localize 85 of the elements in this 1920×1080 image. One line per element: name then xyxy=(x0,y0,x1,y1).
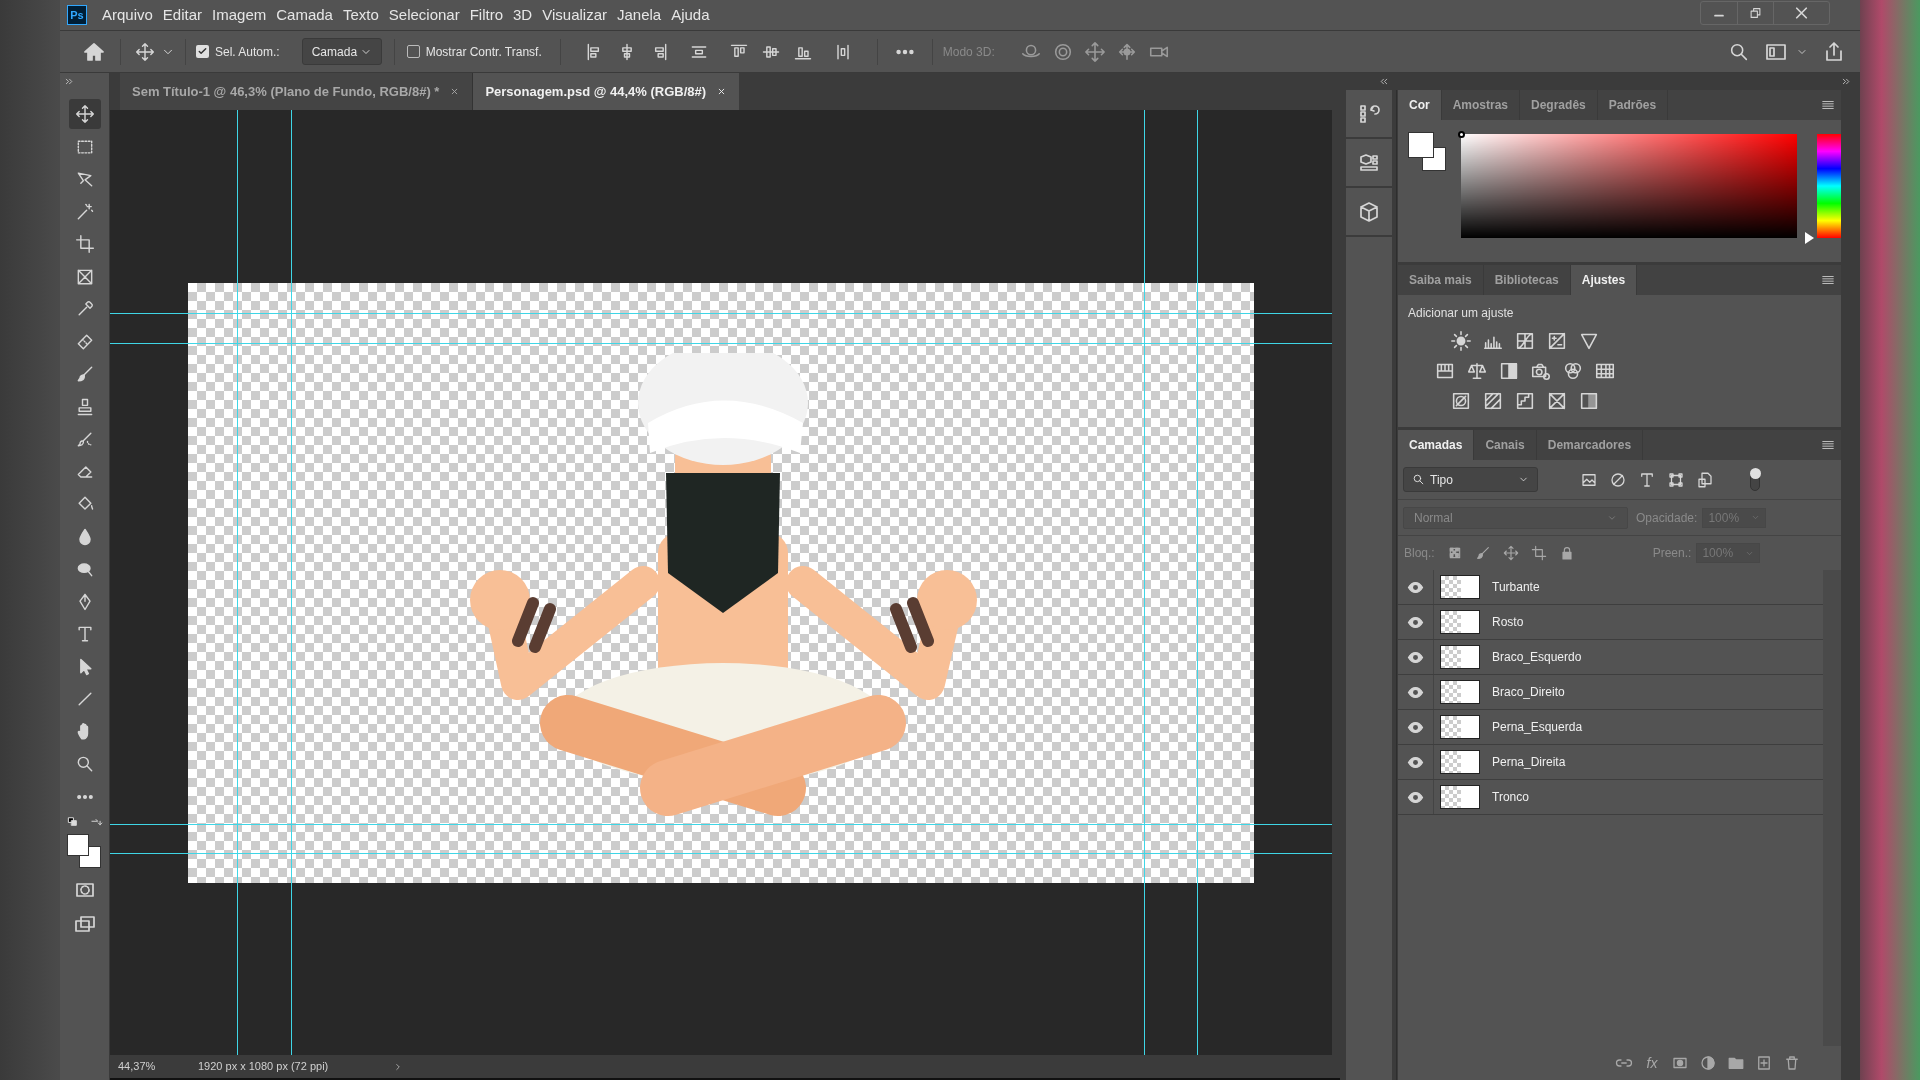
filter-dropdown[interactable]: Tipo xyxy=(1403,467,1538,492)
color-swatches[interactable] xyxy=(66,834,103,868)
option-label: Sel. Autom.: xyxy=(215,43,280,61)
slashed-square-icon[interactable] xyxy=(1450,390,1472,412)
menu-item[interactable]: Filtro xyxy=(464,3,509,27)
panel-tab[interactable]: Cor xyxy=(1398,90,1442,120)
panel-menu-icon[interactable] xyxy=(1821,273,1835,287)
menu-item[interactable]: Ajuda xyxy=(666,3,715,27)
panel-tab[interactable]: Amostras xyxy=(1441,90,1521,120)
layer-row[interactable]: Tronco xyxy=(1398,780,1823,815)
target-dropdown[interactable]: Camada xyxy=(301,38,382,65)
document-info: 1920 px x 1080 px (72 ppi) xyxy=(198,1059,330,1075)
menu-item[interactable]: Editar xyxy=(157,3,208,27)
cube-icon[interactable] xyxy=(1357,199,1381,224)
panel-tab[interactable]: Demarcadores xyxy=(1536,430,1644,460)
layer-row[interactable]: Rosto xyxy=(1398,605,1823,640)
filter-toggle[interactable] xyxy=(1750,468,1760,491)
panel-tab[interactable]: Bibliotecas xyxy=(1483,265,1571,295)
menu-item[interactable]: Visualizar xyxy=(537,3,612,27)
layer-row[interactable]: Turbante xyxy=(1398,570,1823,605)
shape-filter-icon[interactable] xyxy=(1667,470,1685,489)
sun-icon[interactable] xyxy=(1450,330,1472,352)
brush-lock-icon[interactable] xyxy=(1474,545,1491,561)
menu-item[interactable]: Selecionar xyxy=(383,3,465,27)
type-filter-icon[interactable] xyxy=(1638,470,1656,489)
check-icon xyxy=(197,46,208,57)
panel-tab[interactable]: Saiba mais xyxy=(1398,265,1484,295)
layer-row[interactable]: Braco_Direito xyxy=(1398,675,1823,710)
expand-icon[interactable] xyxy=(393,1061,403,1072)
adjustment-layer-icon[interactable] xyxy=(1699,1054,1717,1072)
layer-thumbnail xyxy=(1440,575,1480,599)
document-tab[interactable]: Sem Título-1 @ 46,3% (Plano de Fundo, RGB/8#) * xyxy=(120,73,474,110)
layer-style-button[interactable]: fx xyxy=(1643,1052,1661,1074)
collapse-panels-icon[interactable] xyxy=(1841,76,1852,87)
search-icon xyxy=(1412,473,1425,486)
overlapping-circles-icon[interactable] xyxy=(1562,360,1584,382)
layer-thumbnail xyxy=(1440,715,1480,739)
layer-row[interactable]: Perna_Direita xyxy=(1398,745,1823,780)
menu-item[interactable]: Arquivo xyxy=(97,3,158,27)
panel-heading: Adicionar um ajuste xyxy=(1407,305,1515,322)
menu-item[interactable]: Imagem xyxy=(207,3,272,27)
crop-lock-icon[interactable] xyxy=(1530,545,1547,561)
expand-panels-icon[interactable] xyxy=(1378,76,1389,87)
checkbox[interactable] xyxy=(406,45,420,58)
layer-thumbnail xyxy=(1440,610,1480,634)
move-lock-icon[interactable] xyxy=(1502,545,1519,561)
document-tab[interactable]: Personagem.psd @ 44,4% (RGB/8#) xyxy=(473,73,740,110)
zoom-level: 44,37% xyxy=(118,1059,157,1075)
layer-thumbnail xyxy=(1440,785,1480,809)
half-square-icon[interactable] xyxy=(1498,360,1520,382)
collapse-icon[interactable] xyxy=(64,76,75,87)
color-swatches[interactable] xyxy=(1408,132,1448,174)
smart-object-filter-icon[interactable] xyxy=(1696,470,1714,489)
menu-item[interactable]: Texto xyxy=(337,3,384,27)
layer-thumbnail xyxy=(1440,680,1480,704)
panel-tab[interactable]: Ajustes xyxy=(1570,265,1638,295)
panel-tab[interactable]: Padrões xyxy=(1597,90,1669,120)
color-field[interactable] xyxy=(1461,134,1798,238)
checkbox[interactable] xyxy=(196,45,209,58)
panel-menu-icon[interactable] xyxy=(1821,98,1835,112)
pan-icon[interactable] xyxy=(1083,40,1106,63)
menu-item[interactable]: Camada xyxy=(271,3,338,27)
layer-row[interactable]: Perna_Esquerda xyxy=(1398,710,1823,745)
panel-tab[interactable]: Canais xyxy=(1474,430,1537,460)
curves-icon[interactable] xyxy=(1514,330,1536,352)
layer-row[interactable]: Braco_Esquerdo xyxy=(1398,640,1823,675)
gradient-square-icon[interactable] xyxy=(1578,390,1600,412)
panel-tab[interactable]: Camadas xyxy=(1398,430,1475,460)
trash-icon[interactable] xyxy=(1783,1054,1801,1072)
new-layer-icon[interactable] xyxy=(1755,1054,1773,1072)
move-icon[interactable] xyxy=(135,41,155,62)
panel-tab[interactable]: Degradês xyxy=(1520,90,1598,120)
scales-icon[interactable] xyxy=(1466,360,1488,382)
menu-item[interactable]: 3D xyxy=(508,3,538,27)
menu-item[interactable]: Janela xyxy=(612,3,667,27)
app-logo: Ps xyxy=(67,5,87,25)
adjustment-filter-icon[interactable] xyxy=(1609,470,1627,489)
hue-slider-thumb[interactable] xyxy=(1805,232,1815,244)
layer-thumbnail xyxy=(1440,750,1480,774)
move-tool-icon[interactable] xyxy=(68,99,101,129)
option-label: Mostrar Contr. Transf. xyxy=(425,43,542,61)
caret-icon xyxy=(1751,513,1761,522)
layer-thumbnail xyxy=(1440,645,1480,669)
color-picker-handle[interactable] xyxy=(1458,131,1466,138)
panel-menu-icon[interactable] xyxy=(1821,438,1835,452)
